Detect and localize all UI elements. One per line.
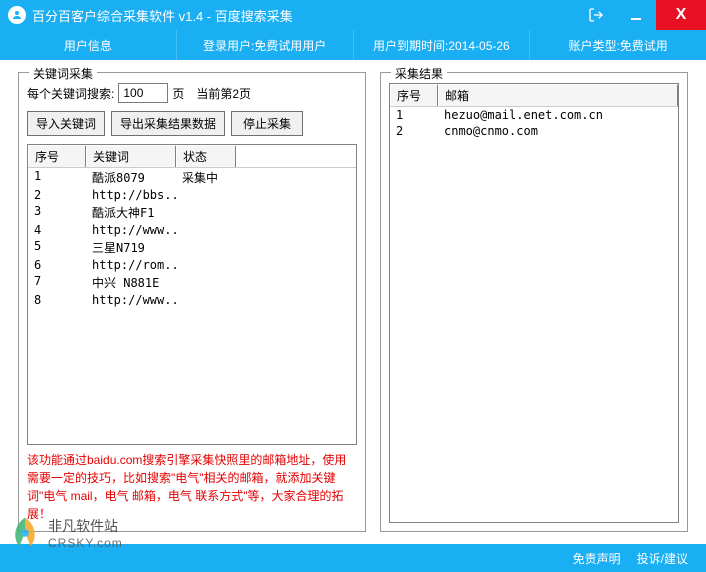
table-row[interactable]: 5三星N719: [28, 238, 356, 257]
cell-status: [176, 238, 236, 257]
results-table-body: 1hezuo@mail.enet.com.cn2cnmo@cnmo.com: [390, 107, 678, 139]
cell-keyword: http://www....: [86, 292, 176, 308]
search-label-pre: 每个关键词搜索:: [27, 85, 114, 102]
cell-keyword: 中兴 N881E: [86, 273, 176, 292]
cell-status: [176, 257, 236, 273]
cell-seq: 8: [28, 292, 86, 308]
keyword-panel: 关键词采集 每个关键词搜索: 页 当前第2页 导入关键词 导出采集结果数据 停止…: [18, 72, 366, 532]
col-email-header[interactable]: 邮箱: [438, 84, 678, 106]
table-row[interactable]: 3酷派大神F1: [28, 203, 356, 222]
cell-seq: 6: [28, 257, 86, 273]
content-area: 关键词采集 每个关键词搜索: 页 当前第2页 导入关键词 导出采集结果数据 停止…: [0, 60, 706, 544]
menu-expire[interactable]: 用户到期时间:2014-05-26: [354, 30, 531, 60]
table-row[interactable]: 7中兴 N881E: [28, 273, 356, 292]
cell-keyword: 酷派8079: [86, 168, 176, 187]
col-seq-header-r[interactable]: 序号: [390, 84, 438, 106]
search-row: 每个关键词搜索: 页 当前第2页: [27, 83, 357, 103]
results-panel-legend: 采集结果: [391, 65, 447, 82]
table-row[interactable]: 1hezuo@mail.enet.com.cn: [390, 107, 678, 123]
cell-seq: 7: [28, 273, 86, 292]
cell-status: [176, 222, 236, 238]
keyword-table-header: 序号 关键词 状态: [28, 145, 356, 168]
stop-collect-button[interactable]: 停止采集: [231, 111, 303, 136]
current-page-label: 当前第2页: [196, 85, 251, 102]
table-row[interactable]: 2http://bbs....: [28, 187, 356, 203]
col-seq-header[interactable]: 序号: [28, 145, 86, 167]
table-row[interactable]: 8http://www....: [28, 292, 356, 308]
cell-email: hezuo@mail.enet.com.cn: [438, 107, 678, 123]
cell-seq: 4: [28, 222, 86, 238]
results-table-header: 序号 邮箱: [390, 84, 678, 107]
cell-keyword: 酷派大神F1: [86, 203, 176, 222]
cell-status: 采集中: [176, 168, 236, 187]
cell-seq: 1: [28, 168, 86, 187]
titlebar: 百分百客户综合采集软件 v1.4 - 百度搜索采集 X: [0, 0, 706, 30]
table-row[interactable]: 6http://rom....: [28, 257, 356, 273]
menubar: 用户信息 登录用户:免费试用用户 用户到期时间:2014-05-26 账户类型:…: [0, 30, 706, 60]
minimize-button[interactable]: [616, 0, 656, 30]
import-keywords-button[interactable]: 导入关键词: [27, 111, 105, 136]
footer: 免责声明 投诉/建议: [0, 544, 706, 572]
usage-note: 该功能通过baidu.com搜索引擎采集快照里的邮箱地址，使用需要一定的技巧，比…: [27, 451, 357, 523]
menu-user-info[interactable]: 用户信息: [0, 30, 177, 60]
window-controls: X: [576, 0, 706, 30]
keyword-table-body: 1酷派8079采集中2http://bbs....3酷派大神F14http://…: [28, 168, 356, 308]
pages-input[interactable]: [118, 83, 168, 103]
cell-status: [176, 187, 236, 203]
window-title: 百分百客户综合采集软件 v1.4 - 百度搜索采集: [32, 6, 293, 25]
cell-email: cnmo@cnmo.com: [438, 123, 678, 139]
keyword-panel-legend: 关键词采集: [29, 65, 97, 82]
table-row[interactable]: 2cnmo@cnmo.com: [390, 123, 678, 139]
cell-keyword: http://rom....: [86, 257, 176, 273]
col-keyword-header[interactable]: 关键词: [86, 145, 176, 167]
cell-keyword: http://bbs....: [86, 187, 176, 203]
feedback-link[interactable]: 投诉/建议: [637, 550, 688, 567]
table-row[interactable]: 4http://www....: [28, 222, 356, 238]
cell-keyword: http://www....: [86, 222, 176, 238]
cell-status: [176, 203, 236, 222]
cell-keyword: 三星N719: [86, 238, 176, 257]
keyword-table: 序号 关键词 状态 1酷派8079采集中2http://bbs....3酷派大神…: [27, 144, 357, 445]
table-row[interactable]: 1酷派8079采集中: [28, 168, 356, 187]
cell-seq: 5: [28, 238, 86, 257]
button-row: 导入关键词 导出采集结果数据 停止采集: [27, 111, 357, 136]
app-logo-icon: [8, 6, 26, 24]
cell-seq: 2: [28, 187, 86, 203]
cell-seq: 3: [28, 203, 86, 222]
cell-seq: 1: [390, 107, 438, 123]
search-label-post: 页: [172, 85, 184, 102]
cell-status: [176, 292, 236, 308]
menu-login-user[interactable]: 登录用户:免费试用用户: [177, 30, 354, 60]
close-button[interactable]: X: [656, 0, 706, 30]
logout-button[interactable]: [576, 0, 616, 30]
cell-seq: 2: [390, 123, 438, 139]
export-results-button[interactable]: 导出采集结果数据: [111, 111, 225, 136]
menu-account-type[interactable]: 账户类型:免费试用: [530, 30, 706, 60]
results-panel: 采集结果 序号 邮箱 1hezuo@mail.enet.com.cn2cnmo@…: [380, 72, 688, 532]
results-table: 序号 邮箱 1hezuo@mail.enet.com.cn2cnmo@cnmo.…: [389, 83, 679, 523]
col-status-header[interactable]: 状态: [176, 145, 236, 167]
cell-status: [176, 273, 236, 292]
disclaimer-link[interactable]: 免责声明: [573, 550, 621, 567]
